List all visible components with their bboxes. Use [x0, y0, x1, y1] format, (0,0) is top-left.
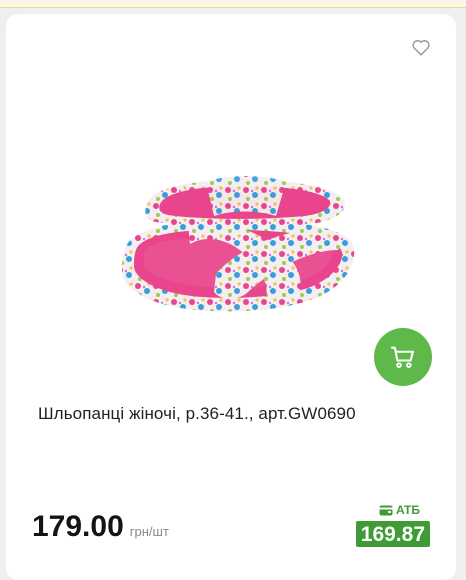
- price-unit: грн/шт: [129, 524, 169, 539]
- top-strip: [0, 0, 466, 8]
- favorite-button[interactable]: [410, 36, 432, 58]
- promo-price-block: АТБ 169.87: [354, 502, 434, 547]
- promo-price: 169.87: [355, 521, 430, 547]
- promo-label: АТБ: [379, 502, 420, 518]
- price-block: 179.00 грн/шт: [32, 510, 169, 544]
- add-to-cart-button[interactable]: [374, 328, 432, 386]
- price-value: 179.00: [32, 510, 124, 543]
- promo-label-text: АТБ: [395, 503, 420, 517]
- product-title[interactable]: Шльопанці жіночі, р.36-41., арт.GW0690: [38, 404, 438, 424]
- heart-outline-icon: [412, 40, 430, 56]
- wallet-icon: [379, 505, 393, 516]
- product-card[interactable]: Шльопанці жіночі, р.36-41., арт.GW0690 1…: [6, 14, 456, 580]
- cart-icon: [390, 346, 414, 368]
- product-image: [122, 176, 355, 312]
